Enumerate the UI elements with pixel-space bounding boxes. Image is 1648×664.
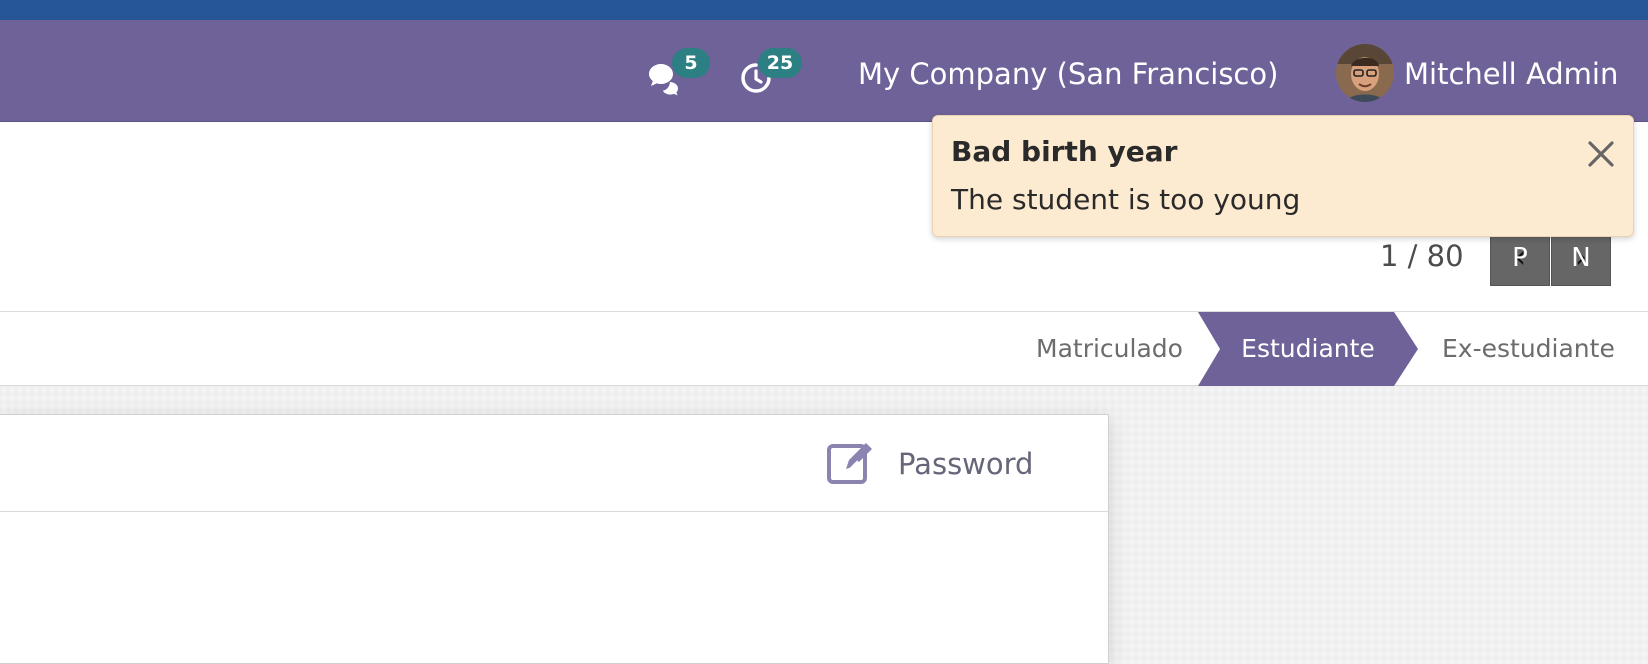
activities-count-badge: 25 [758,48,802,78]
top-strip [0,0,1648,20]
notification-message: The student is too young [951,183,1301,216]
password-label: Password [898,447,1034,481]
company-switcher[interactable]: My Company (San Francisco) [858,54,1278,94]
pager-previous-label: P [1512,243,1528,273]
messages-count-badge: 5 [672,48,710,78]
pager-next-label: N [1571,243,1591,273]
app-root: 5 25 My Company (San Francisco) Mitchell… [0,0,1648,664]
notification-title: Bad birth year [951,135,1178,168]
edit-icon [827,443,872,484]
close-icon[interactable] [1585,138,1617,170]
pager-value[interactable]: 1 / 80 [1380,236,1464,276]
sheet-divider [0,511,1108,512]
top-navbar: 5 25 My Company (San Francisco) Mitchell… [0,20,1648,122]
stage-estudiante[interactable]: Estudiante [1198,312,1418,386]
status-bar: Matriculado Estudiante Ex-estudiante [0,312,1648,386]
stage-ex-estudiante[interactable]: Ex-estudiante [1442,312,1615,386]
form-sheet: Password [0,414,1109,664]
password-button[interactable]: Password [826,439,1036,489]
notification-toast: Bad birth year The student is too young [932,115,1634,237]
avatar[interactable] [1336,44,1394,102]
stage-matriculado[interactable]: Matriculado [1036,312,1183,386]
user-menu[interactable]: Mitchell Admin [1404,54,1618,94]
user-avatar-image [1336,44,1394,102]
